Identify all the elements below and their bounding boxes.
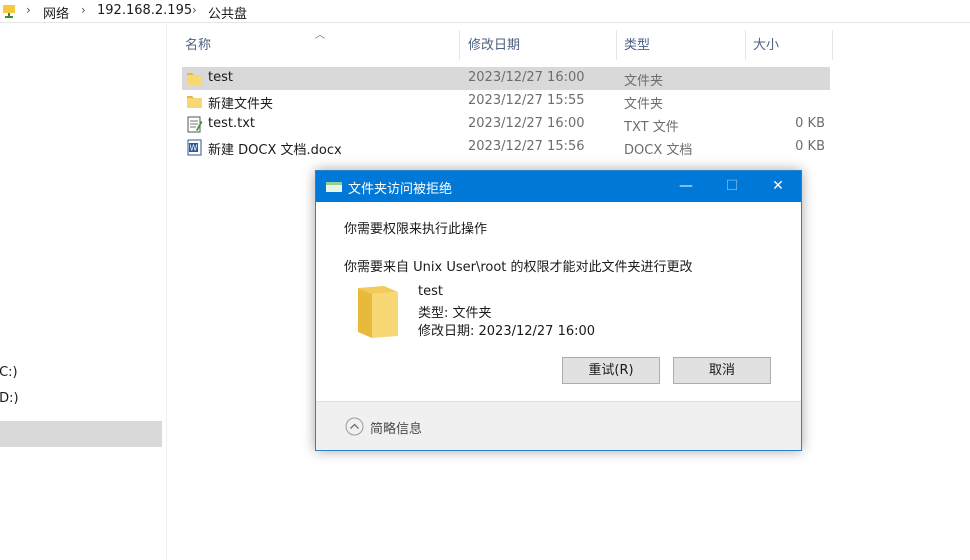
access-denied-dialog: 文件夹访问被拒绝 — ☐ ✕ 你需要权限来执行此操作 你需要来自 Unix Us… bbox=[315, 170, 802, 451]
retry-button[interactable]: 重试(R) bbox=[562, 357, 660, 384]
close-button[interactable]: ✕ bbox=[755, 171, 801, 202]
dialog-title-bar[interactable]: 文件夹访问被拒绝 — ☐ ✕ bbox=[316, 171, 801, 202]
word-document-icon: W bbox=[187, 139, 202, 156]
item-modified: 修改日期: 2023/12/27 16:00 bbox=[418, 324, 596, 339]
permission-detail: 你需要来自 Unix User\root 的权限才能对此文件夹进行更改 bbox=[344, 260, 693, 275]
column-separator[interactable] bbox=[459, 30, 460, 60]
nav-item-selected[interactable] bbox=[0, 421, 162, 447]
file-name: test bbox=[208, 70, 233, 85]
folder-access-icon bbox=[326, 182, 342, 192]
file-type: 文件夹 bbox=[624, 74, 664, 89]
breadcrumb-share[interactable]: 公共盘 bbox=[208, 3, 247, 22]
dialog-title: 文件夹访问被拒绝 bbox=[348, 182, 453, 197]
file-type: 文件夹 bbox=[624, 97, 664, 112]
nav-item-drive-c[interactable]: (C:) bbox=[0, 365, 18, 380]
navigation-pane: (C:) (D:) bbox=[0, 24, 163, 560]
file-row[interactable]: 新建文件夹 2023/12/27 15:55 文件夹 bbox=[182, 90, 830, 113]
item-name: test bbox=[418, 284, 443, 299]
column-header-size[interactable]: 大小 bbox=[753, 30, 779, 62]
column-header-type[interactable]: 类型 bbox=[624, 30, 650, 62]
file-modified: 2023/12/27 16:00 bbox=[468, 116, 585, 131]
minimize-button[interactable]: — bbox=[663, 171, 709, 202]
column-header-name[interactable]: 名称 bbox=[185, 30, 211, 62]
file-name: test.txt bbox=[208, 116, 255, 131]
breadcrumb-separator-icon[interactable]: › bbox=[192, 3, 197, 17]
folder-icon bbox=[187, 96, 202, 108]
file-size: 0 KB bbox=[795, 139, 825, 154]
address-bar[interactable]: › 网络 › 192.168.2.195 › 公共盘 bbox=[0, 0, 970, 23]
breadcrumb-separator-icon[interactable]: › bbox=[81, 3, 86, 17]
item-type: 类型: 文件夹 bbox=[418, 306, 492, 321]
file-row[interactable]: test 2023/12/27 16:00 文件夹 bbox=[182, 67, 830, 90]
file-type: TXT 文件 bbox=[624, 120, 679, 135]
column-header-modified[interactable]: 修改日期 bbox=[468, 30, 520, 62]
file-row[interactable]: test.txt 2023/12/27 16:00 TXT 文件 0 KB bbox=[182, 113, 830, 136]
file-modified: 2023/12/27 15:55 bbox=[468, 93, 585, 108]
breadcrumb-separator-icon: › bbox=[26, 3, 31, 17]
file-size: 0 KB bbox=[795, 116, 825, 131]
file-row[interactable]: W 新建 DOCX 文档.docx 2023/12/27 15:56 DOCX … bbox=[182, 136, 830, 159]
cancel-button[interactable]: 取消 bbox=[673, 357, 771, 384]
file-modified: 2023/12/27 16:00 bbox=[468, 70, 585, 85]
svg-text:W: W bbox=[190, 144, 198, 153]
dialog-footer: 简略信息 bbox=[316, 401, 801, 450]
fewer-details-toggle[interactable]: 简略信息 bbox=[370, 418, 422, 437]
breadcrumb-host[interactable]: 192.168.2.195 bbox=[97, 3, 192, 18]
file-name: 新建文件夹 bbox=[208, 97, 274, 112]
sort-ascending-icon: ︿ bbox=[315, 30, 325, 41]
pane-divider[interactable] bbox=[166, 24, 167, 560]
column-separator[interactable] bbox=[745, 30, 746, 60]
file-name: 新建 DOCX 文档.docx bbox=[208, 143, 342, 158]
text-file-icon bbox=[187, 116, 203, 133]
permission-message: 你需要权限来执行此操作 bbox=[344, 222, 488, 237]
folder-icon bbox=[358, 286, 398, 338]
nav-item-drive-d[interactable]: (D:) bbox=[0, 391, 19, 406]
chevron-up-circle-icon[interactable] bbox=[345, 417, 364, 436]
column-separator[interactable] bbox=[616, 30, 617, 60]
column-separator[interactable] bbox=[832, 30, 833, 60]
folder-icon bbox=[187, 73, 202, 85]
file-type: DOCX 文档 bbox=[624, 143, 693, 158]
maximize-button: ☐ bbox=[725, 178, 739, 194]
network-location-icon bbox=[3, 5, 15, 18]
breadcrumb-network[interactable]: 网络 bbox=[43, 3, 69, 22]
file-modified: 2023/12/27 15:56 bbox=[468, 139, 585, 154]
